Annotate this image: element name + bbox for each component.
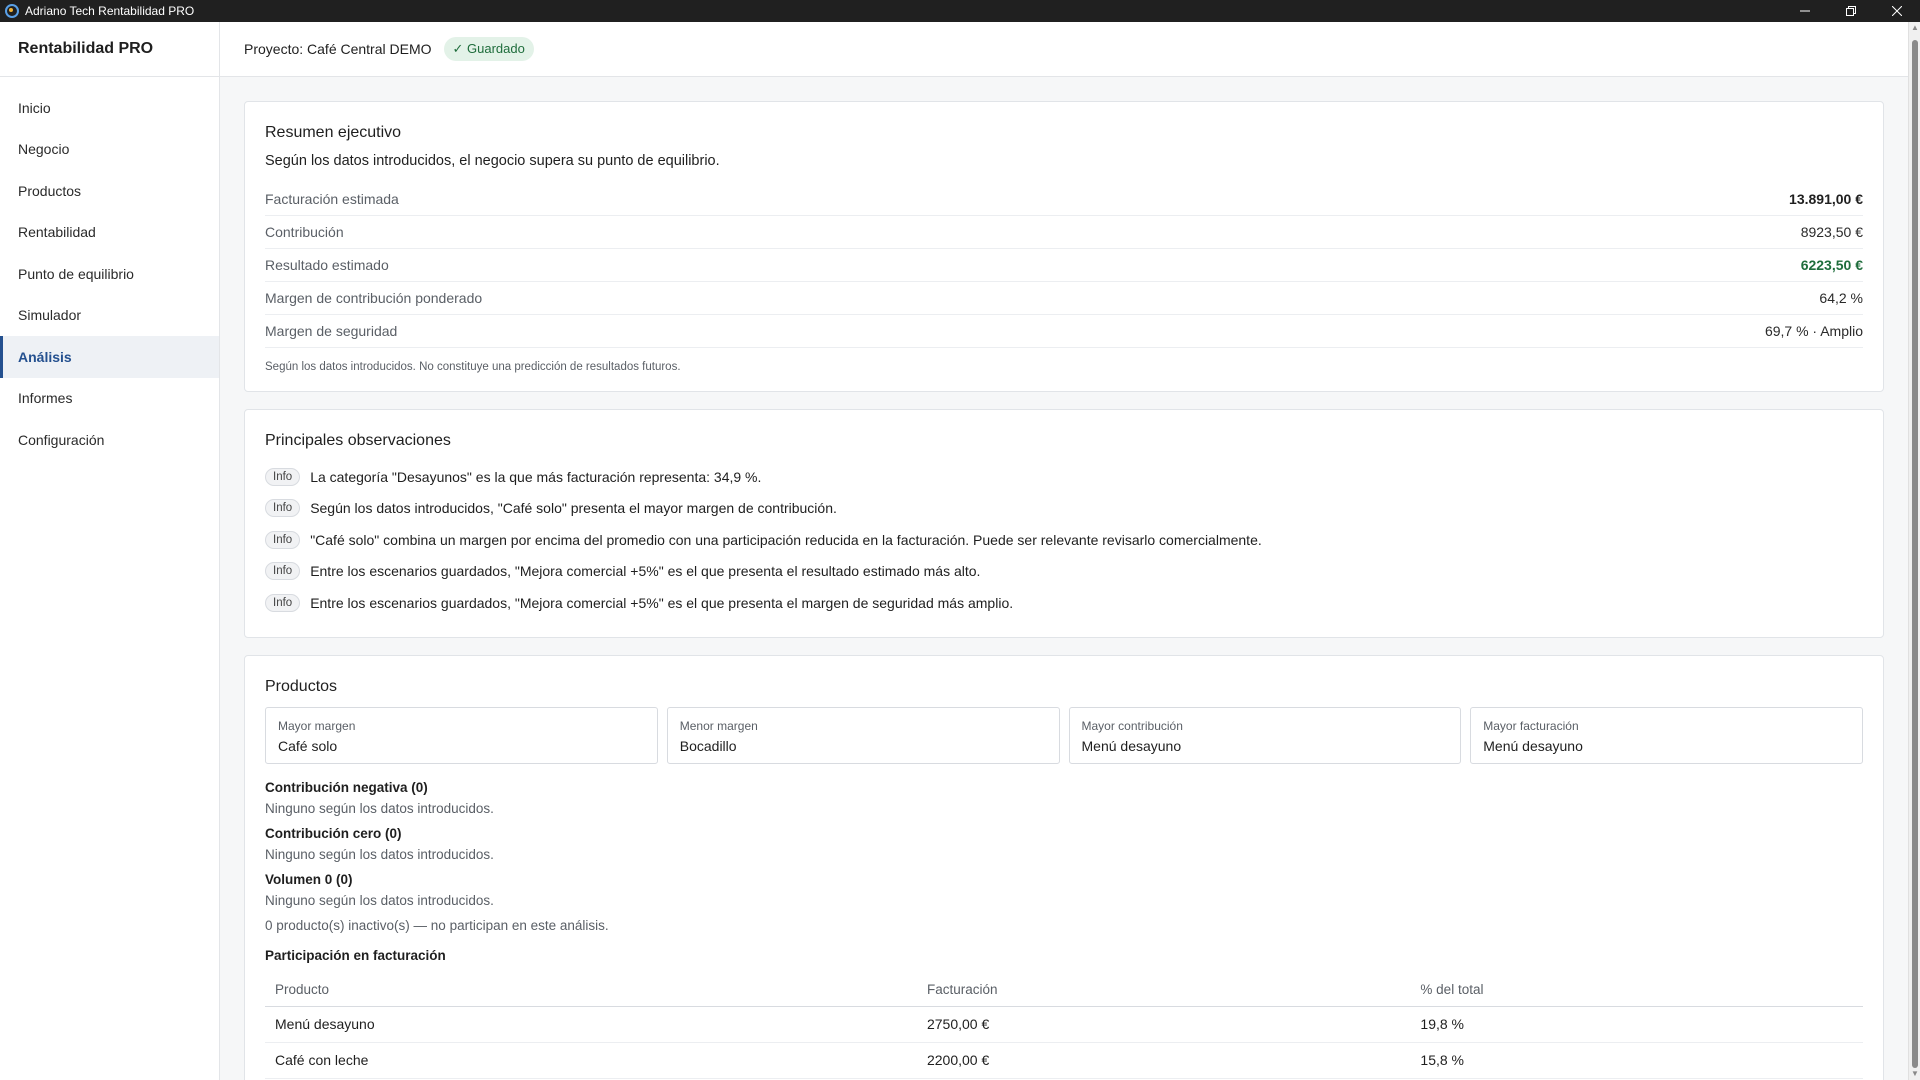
observation-item: Info "Café solo" combina un margen por e…	[265, 524, 1863, 556]
executive-summary-card: Resumen ejecutivo Según los datos introd…	[244, 101, 1884, 392]
table-cell: Café con leche	[265, 1042, 917, 1079]
summary-row-value: 13.891,00 €	[1789, 191, 1863, 207]
metric-highest-revenue: Mayor facturación Menú desayuno	[1470, 706, 1863, 764]
metric-label: Mayor margen	[278, 718, 356, 733]
summary-row: Contribución 8923,50 €	[265, 216, 1863, 249]
metric-label: Mayor contribución	[1081, 718, 1183, 733]
metric-label: Mayor facturación	[1483, 718, 1579, 733]
observation-item: Info Entre los escenarios guardados, "Me…	[265, 587, 1863, 619]
sidebar-item-inicio[interactable]: Inicio	[0, 87, 219, 129]
observation-text: La categoría "Desayunos" es la que más f…	[310, 468, 762, 485]
summary-row-label: Margen de contribución ponderado	[265, 290, 483, 306]
scroll-up-icon[interactable]: ▲	[1911, 24, 1919, 32]
table-cell: 2750,00 €	[916, 1006, 1411, 1043]
revenue-share-heading: Participación en facturación	[265, 947, 446, 963]
sidebar: Rentabilidad PRO Inicio Negocio Producto…	[0, 22, 220, 1080]
column-header-facturacion[interactable]: Facturación	[916, 972, 1411, 1007]
saved-status-badge: ✓ Guardado	[443, 37, 534, 61]
info-tag: Info	[265, 593, 301, 612]
window-titlebar: Adriano Tech Rentabilidad PRO	[0, 0, 1920, 22]
main-content: Resumen ejecutivo Según los datos introd…	[220, 77, 1908, 1080]
products-card: Productos Mayor margen Café solo Menor m…	[244, 654, 1884, 1080]
observation-text: Según los datos introducidos, "Café solo…	[310, 500, 837, 517]
metric-highest-margin: Mayor margen Café solo	[265, 706, 658, 764]
zero-contribution-text: Ninguno según los datos introducidos.	[265, 846, 494, 862]
minimize-icon[interactable]	[1782, 0, 1828, 22]
sidebar-item-informes[interactable]: Informes	[0, 378, 219, 420]
summary-row: Resultado estimado 6223,50 €	[265, 249, 1863, 282]
zero-volume-heading: Volumen 0 (0)	[265, 871, 353, 887]
sidebar-item-productos[interactable]: Productos	[0, 170, 219, 212]
info-tag: Info	[265, 530, 301, 549]
revenue-share-table: Producto Facturación % del total Menú de…	[265, 972, 1863, 1079]
executive-summary-title: Resumen ejecutivo	[265, 124, 402, 141]
zero-volume-text: Ninguno según los datos introducidos.	[265, 892, 494, 908]
sidebar-item-analisis[interactable]: Análisis	[0, 336, 219, 378]
sidebar-item-rentabilidad[interactable]: Rentabilidad	[0, 212, 219, 254]
summary-row: Margen de seguridad 69,7 % · Amplio	[265, 315, 1863, 348]
app-brand: Rentabilidad PRO	[0, 22, 219, 77]
sidebar-item-configuracion[interactable]: Configuración	[0, 419, 219, 461]
sidebar-nav: Inicio Negocio Productos Rentabilidad Pu…	[0, 77, 219, 461]
table-cell: 15,8 %	[1410, 1042, 1863, 1079]
metric-highest-contribution: Mayor contribución Menú desayuno	[1068, 706, 1462, 764]
close-icon[interactable]	[1874, 0, 1920, 22]
inactive-products-note: 0 producto(s) inactivo(s) — no participa…	[265, 917, 609, 933]
executive-summary-intro: Según los datos introducidos, el negocio…	[265, 153, 720, 169]
restore-icon[interactable]	[1828, 0, 1874, 22]
info-tag: Info	[265, 562, 301, 581]
info-tag: Info	[265, 499, 301, 518]
info-tag: Info	[265, 467, 301, 486]
observation-text: Entre los escenarios guardados, "Mejora …	[310, 563, 981, 580]
observation-text: "Café solo" combina un margen por encima…	[310, 531, 1262, 548]
negative-contribution-heading: Contribución negativa (0)	[265, 779, 428, 795]
metric-label: Menor margen	[679, 718, 758, 733]
metric-value: Menú desayuno	[1081, 737, 1182, 754]
summary-disclaimer: Según los datos introducidos. No constit…	[265, 361, 681, 373]
summary-row-label: Facturación estimada	[265, 191, 399, 207]
observation-item: Info Según los datos introducidos, "Café…	[265, 493, 1863, 525]
summary-row-label: Margen de seguridad	[265, 323, 398, 339]
sidebar-item-negocio[interactable]: Negocio	[0, 129, 219, 171]
summary-row: Facturación estimada 13.891,00 €	[265, 183, 1863, 216]
observation-item: Info Entre los escenarios guardados, "Me…	[265, 556, 1863, 588]
products-title: Productos	[265, 677, 338, 695]
column-header-producto[interactable]: Producto	[265, 972, 917, 1007]
summary-row-value: 6223,50 €	[1800, 257, 1863, 273]
table-row: Café con leche 2200,00 € 15,8 %	[265, 1042, 1863, 1079]
observations-title: Principales observaciones	[265, 432, 451, 449]
metric-value: Café solo	[278, 737, 338, 754]
observation-text: Entre los escenarios guardados, "Mejora …	[310, 594, 1014, 611]
metric-value: Menú desayuno	[1483, 737, 1583, 754]
summary-row-value: 8923,50 €	[1800, 224, 1863, 240]
sidebar-item-punto-equilibrio[interactable]: Punto de equilibrio	[0, 253, 219, 295]
table-cell: Menú desayuno	[265, 1006, 917, 1043]
metric-value: Bocadillo	[679, 737, 737, 754]
summary-row-label: Contribución	[265, 224, 344, 240]
project-title: Proyecto: Café Central DEMO	[244, 41, 432, 57]
metric-lowest-margin: Menor margen Bocadillo	[666, 706, 1060, 764]
zero-contribution-heading: Contribución cero (0)	[265, 825, 402, 841]
negative-contribution-text: Ninguno según los datos introducidos.	[265, 800, 494, 816]
project-header: Proyecto: Café Central DEMO ✓ Guardado	[220, 22, 1908, 77]
window-title: Adriano Tech Rentabilidad PRO	[25, 4, 195, 18]
summary-row: Margen de contribución ponderado 64,2 %	[265, 282, 1863, 315]
vertical-scrollbar[interactable]: ▲ ▼	[1908, 22, 1920, 1080]
app-logo-icon	[5, 4, 19, 18]
table-header-row: Producto Facturación % del total	[265, 972, 1863, 1007]
sidebar-item-simulador[interactable]: Simulador	[0, 295, 219, 337]
observations-card: Principales observaciones Info La catego…	[244, 409, 1884, 638]
summary-row-label: Resultado estimado	[265, 257, 389, 273]
table-row: Menú desayuno 2750,00 € 19,8 %	[265, 1006, 1863, 1043]
scrollbar-thumb[interactable]	[1912, 40, 1918, 1068]
table-cell: 19,8 %	[1410, 1006, 1863, 1043]
summary-row-value: 69,7 % · Amplio	[1764, 323, 1863, 339]
summary-row-value: 64,2 %	[1819, 290, 1863, 306]
observation-item: Info La categoría "Desayunos" es la que …	[265, 461, 1863, 493]
product-metrics: Mayor margen Café solo Menor margen Boca…	[265, 706, 1863, 764]
scroll-down-icon[interactable]: ▼	[1911, 1070, 1919, 1078]
table-cell: 2200,00 €	[916, 1042, 1411, 1079]
column-header-porcentaje[interactable]: % del total	[1410, 972, 1863, 1007]
